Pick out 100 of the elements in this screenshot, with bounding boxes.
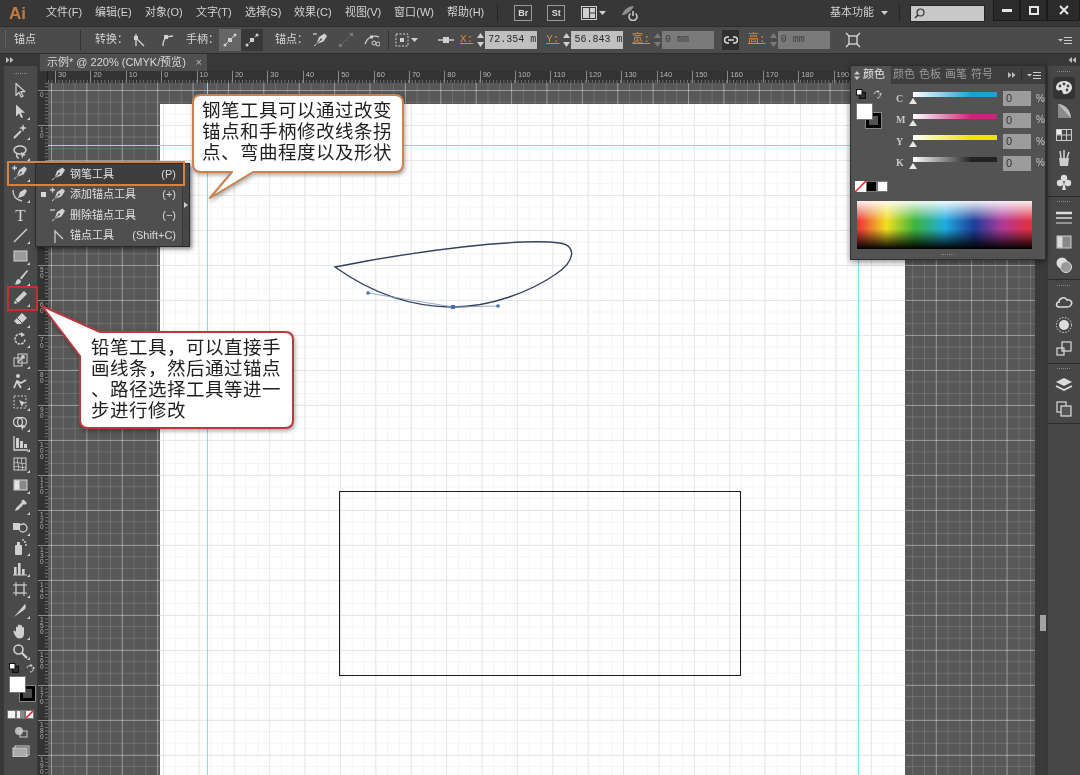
scale-icon[interactable] [11, 352, 30, 370]
handle-button[interactable] [219, 29, 241, 51]
smooth-point-icon[interactable] [160, 33, 174, 47]
grip-icon[interactable] [1057, 69, 1071, 73]
input-field[interactable]: 0 [1003, 134, 1031, 150]
caret-icon[interactable] [411, 38, 418, 42]
corner-point-icon[interactable] [133, 33, 147, 47]
panel-tab[interactable]: 颜色 [891, 66, 917, 84]
panel-menu-icon[interactable] [1058, 35, 1072, 45]
line-icon[interactable] [11, 227, 30, 245]
input-field[interactable]: 0 [1003, 155, 1031, 171]
app-launch-button[interactable]: Br [514, 5, 533, 21]
shape-builder-icon[interactable] [11, 414, 30, 432]
overlapping-squares-icon[interactable] [856, 89, 866, 99]
menu-item[interactable]: 编辑(E) [92, 6, 135, 20]
grip-icon[interactable] [941, 253, 955, 256]
menu-item[interactable]: 选择(S) [241, 6, 285, 20]
menu-item[interactable]: 窗口(W) [391, 6, 437, 20]
type-tool-button[interactable]: T [11, 206, 30, 224]
panel-tab[interactable]: 符号 [969, 66, 995, 84]
menu-item[interactable]: 钢笔工具 (P) [36, 164, 182, 185]
input-field[interactable]: 0 [1003, 91, 1031, 107]
grip-icon[interactable] [1057, 367, 1071, 370]
lasso-icon[interactable] [11, 144, 30, 162]
input-field[interactable]: 72.354 m [485, 31, 538, 49]
dashed-square-icon[interactable] [395, 33, 409, 47]
bar-graph-icon[interactable] [11, 560, 30, 578]
stepped-bars-icon[interactable] [11, 435, 30, 453]
gradient-icon[interactable] [11, 477, 30, 495]
zoom-icon[interactable] [11, 643, 30, 661]
double-arrow-icon[interactable] [6, 57, 14, 63]
link-button[interactable] [722, 30, 739, 50]
menu-item[interactable]: 文件(F) [43, 6, 86, 20]
none-swatch[interactable] [855, 181, 866, 192]
slider-thumb[interactable] [909, 141, 917, 148]
running-figure-icon[interactable] [11, 373, 30, 391]
free-transform-icon[interactable] [11, 393, 30, 411]
slider-thumb[interactable] [909, 119, 917, 126]
menu-item[interactable]: 效果(C) [291, 6, 335, 20]
circle-square-icon[interactable] [13, 725, 28, 738]
app-launch-button[interactable]: St [547, 5, 566, 21]
menu-item[interactable]: 对象(O) [141, 6, 186, 20]
curved-arrows-icon[interactable] [873, 89, 882, 99]
triangle-arrow-icon[interactable] [184, 202, 188, 209]
pen-minus-icon[interactable] [312, 32, 328, 48]
curved-arrows-icon[interactable] [26, 663, 35, 673]
double-arrow-icon[interactable] [1008, 72, 1016, 78]
color-swatch[interactable] [877, 181, 888, 192]
rotate-icon[interactable] [11, 331, 30, 349]
close-button[interactable] [1047, 0, 1080, 21]
hand-icon[interactable] [11, 622, 30, 640]
pencil-icon[interactable] [11, 289, 30, 307]
color-spectrum[interactable] [857, 201, 1032, 249]
fill-swatch[interactable] [8, 676, 26, 694]
transform-box-icon[interactable] [844, 32, 861, 48]
menu-item[interactable]: 视图(V) [341, 6, 385, 20]
panel-menu-icon[interactable] [1027, 70, 1041, 80]
panel-tab[interactable]: 颜色 [851, 66, 891, 84]
input-field[interactable]: 0 [1003, 112, 1031, 128]
square-icon[interactable] [7, 709, 16, 719]
menu-item[interactable]: 添加锚点工具 (+) [36, 184, 182, 206]
rectangle-icon[interactable] [11, 248, 30, 266]
pen-plus-icon[interactable] [11, 165, 30, 183]
color-swatch[interactable] [866, 181, 877, 192]
menu-item[interactable]: 文字(T) [192, 6, 235, 20]
document-tab[interactable]: 示例* @ 220% (CMYK/预览) × [40, 54, 207, 71]
panels-layout-icon[interactable] [581, 6, 598, 20]
stacked-screens-icon[interactable] [11, 744, 30, 757]
handle-button[interactable] [241, 29, 263, 51]
transform-link[interactable]: X: [460, 33, 474, 47]
slider-thumb[interactable] [909, 162, 917, 169]
slashed-square-icon[interactable] [25, 709, 34, 719]
updown-arrows-icon[interactable] [854, 70, 860, 80]
slider-thumb[interactable] [909, 98, 917, 105]
palette-icon[interactable] [1053, 76, 1075, 99]
cut-path-icon[interactable] [364, 32, 380, 48]
workspace-menu[interactable]: 基本功能 [830, 6, 888, 20]
grip-icon[interactable] [13, 71, 28, 75]
input-field[interactable]: 56.843 m [571, 31, 624, 49]
gradient-square-icon[interactable] [16, 709, 25, 719]
overlapping-squares-icon[interactable] [9, 663, 19, 674]
menu-item[interactable]: 帮助(H) [444, 6, 488, 20]
mesh-icon[interactable] [11, 456, 30, 474]
double-arrow-icon[interactable] [1068, 57, 1076, 63]
search-field[interactable] [910, 4, 985, 22]
grip-icon[interactable] [1057, 200, 1071, 203]
wand-icon[interactable] [11, 123, 30, 141]
panel-tab[interactable]: 画笔 [943, 66, 969, 84]
menu-item[interactable]: 删除锚点工具 (−) [36, 205, 182, 226]
maximize-button[interactable] [1020, 0, 1047, 21]
grip-icon[interactable] [1057, 283, 1071, 287]
fill-swatch[interactable] [856, 103, 873, 120]
panel-tab[interactable]: 色板 [917, 66, 943, 84]
artboard-icon[interactable] [11, 581, 30, 598]
feather-power-icon[interactable] [621, 5, 640, 21]
caret-icon[interactable] [881, 11, 888, 15]
scrollbar-thumb[interactable] [1040, 615, 1046, 631]
grip-icon[interactable] [4, 31, 7, 49]
close-tab-button[interactable]: × [195, 55, 202, 70]
menu-item[interactable]: 锚点工具 (Shift+C) [36, 225, 182, 247]
